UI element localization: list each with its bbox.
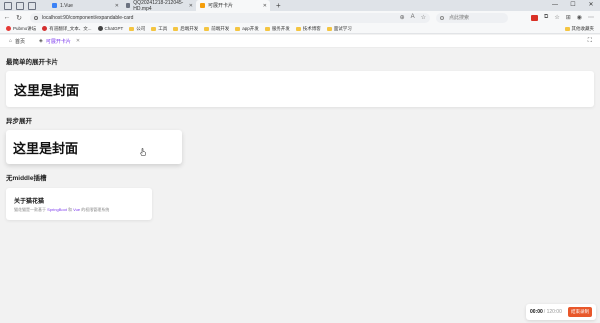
bookmark-folder[interactable]: 公司 [129,26,145,32]
section-title-no-middle: 无middle插槽 [6,175,47,182]
bookmark-item[interactable]: ChatGPT [97,26,123,31]
expandable-card-no-middle[interactable]: 关于猫花猫 猫花猫是一款基于 SpringBoot 和 Vue 的权限管理系统 [6,188,152,220]
recording-total: / 120:00 [543,309,562,315]
card-cover-text: 这里是封面 [14,84,80,99]
section-title-simple: 最简单的展开卡片 [6,59,58,66]
bookmark-folder[interactable]: 前端开发 [204,26,229,32]
folder-icon [326,26,332,31]
youdao-icon [42,26,48,31]
bookmark-item[interactable]: 有道翻译_文本、文... [42,26,92,32]
collections-icon[interactable]: ⊞ [566,14,571,21]
card-description: 猫花猫是一款基于 SpringBoot 和 Vue 的权限管理系统 [14,207,110,212]
browser-tools: ⧉ ☆ ⊞ ◉ ⋯ [531,14,594,21]
springboot-link[interactable]: SpringBoot [47,207,67,212]
minimize-icon[interactable]: — [546,0,564,11]
close-icon[interactable]: ✕ [115,3,119,9]
folder-icon [151,26,157,31]
refresh-icon[interactable]: ↻ [14,14,24,22]
address-row: ← ↻ localhost:90/component/expandable-ca… [0,11,600,24]
search-placeholder: 点此搜索 [449,15,470,21]
tab-home[interactable]: ⌂ 首页 [4,36,30,46]
bookmark-folder[interactable]: 工具 [151,26,167,32]
favorite-star-icon[interactable]: ☆ [421,14,426,21]
fullscreen-icon[interactable]: ⛶ [588,38,592,45]
bookmark-folder[interactable]: 技术博客 [295,26,321,32]
component-icon: ◈ [39,38,43,44]
close-tab-icon[interactable]: ✕ [76,38,80,44]
bookmark-folder[interactable]: 面试学习 [326,26,352,32]
folder-icon [173,26,179,31]
back-icon[interactable]: ← [2,14,12,21]
app-favicon-icon [200,3,205,8]
folder-icon [129,26,135,31]
vue-favicon-icon [52,3,57,8]
browser-tab-vue[interactable]: 1.Vue ✕ [48,0,122,11]
browser-tab-video[interactable]: QQ20241218-212045-HD.mp4 ✕ [122,0,196,12]
pubmo-icon [6,26,11,31]
split-screen-icon[interactable]: ⧉ [544,14,548,21]
close-icon[interactable]: ✕ [189,3,193,9]
workspace-icon[interactable] [4,1,12,10]
video-favicon-icon [126,3,131,8]
bookmark-item[interactable]: Pubmo讲坛 [6,26,36,32]
folder-icon [564,26,570,31]
folder-icon [264,26,270,31]
expandable-card-async[interactable]: 这里是封面 [6,130,182,164]
browser-tabbar: 1.Vue ✕ QQ20241218-212045-HD.mp4 ✕ 可展开卡片… [0,0,600,12]
tab-current-label: 可展开卡片 [45,38,71,45]
url-actions: ⊕ A ☆ [400,14,426,21]
home-icon: ⌂ [9,38,13,44]
close-window-icon[interactable]: ✕ [582,0,600,11]
bookmark-folder[interactable]: 后端开发 [173,26,198,32]
app-tabs-bar: ⌂ 首页 ◈ 可展开卡片 ✕ ⛶ [0,35,600,48]
stop-recording-button[interactable]: 结束录制 [568,307,592,317]
url-text: localhost:90/component/expandable-card [42,14,134,21]
search-icon [440,15,444,20]
url-bar[interactable]: localhost:90/component/expandable-card ⊕… [30,12,430,23]
folder-icon [204,26,210,31]
translate-icon[interactable]: ⊕ [400,14,405,21]
bookmark-folder[interactable]: app开发 [235,26,259,32]
profile-icon[interactable]: ◉ [577,14,582,21]
card-title: 关于猫花猫 [14,198,45,205]
recording-time: 00:00 [530,309,543,315]
folder-icon [295,26,301,31]
maximize-icon[interactable]: ☐ [564,0,582,11]
tab-actions-icon[interactable] [16,1,24,10]
browser-tab-label: 1.Vue [60,2,73,9]
browser-tab-expandable-card[interactable]: 可展开卡片 ✕ [196,0,270,11]
vertical-tabs-icon[interactable] [28,1,36,10]
folder-icon [235,26,241,31]
read-aloud-icon[interactable]: A [411,14,415,21]
browser-tab-label: 可展开卡片 [208,3,234,9]
search-box[interactable]: 点此搜索 [436,12,508,23]
site-info-icon[interactable] [34,15,38,20]
card-cover-text: 这里是封面 [13,142,79,157]
bookmark-folder[interactable]: 服务开发 [264,26,290,32]
section-title-async: 异步展开 [6,118,32,125]
bookmarks-bar: Pubmo讲坛 有道翻译_文本、文... ChatGPT 公司 工具 后端开发 … [0,24,600,34]
screen-recorder-widget: 00:00 / 120:00 结束录制 [526,304,596,320]
tab-expandable-card[interactable]: ◈ 可展开卡片 ✕ [34,36,85,46]
expandable-card-simple[interactable]: 这里是封面 [6,71,594,107]
favorites-icon[interactable]: ☆ [554,14,559,21]
extension-icon[interactable] [531,14,539,21]
hand-cursor-icon [140,148,146,156]
browser-tab-label: QQ20241218-212045-HD.mp4 [133,0,184,12]
close-icon[interactable]: ✕ [263,3,267,9]
tab-home-label: 首页 [15,38,26,45]
other-bookmarks[interactable]: 其他收藏夹 [564,26,594,32]
chatgpt-icon [97,26,103,31]
window-controls: — ☐ ✕ [546,0,600,11]
new-tab-icon[interactable]: + [276,1,281,10]
more-menu-icon[interactable]: ⋯ [588,14,594,21]
